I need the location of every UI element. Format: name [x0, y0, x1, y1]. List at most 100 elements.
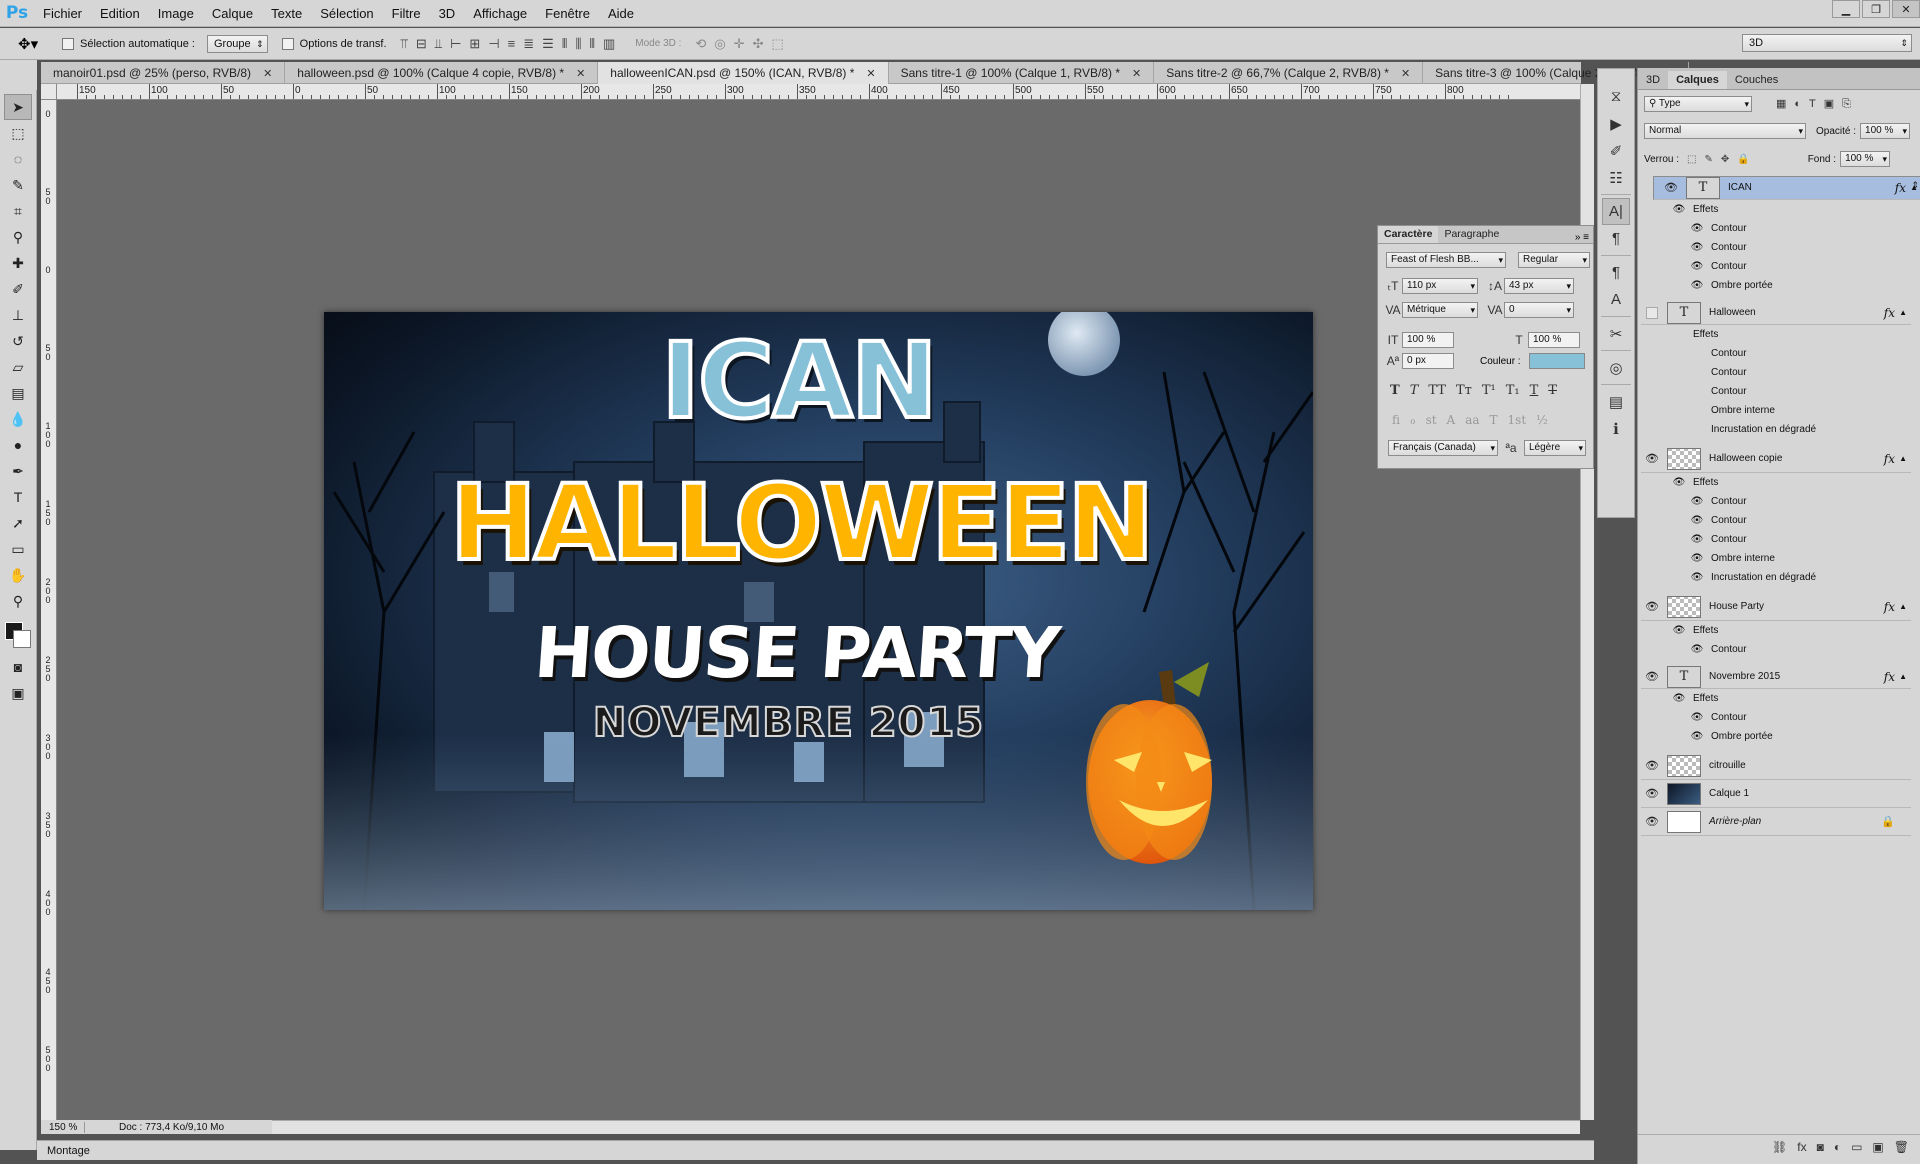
effect-row[interactable]: 👁 Contour: [1641, 492, 1911, 511]
layer-name[interactable]: House Party: [1709, 601, 1764, 612]
collapse-effects-icon[interactable]: ▲: [1899, 454, 1907, 463]
align-right-icon[interactable]: ⊣: [488, 36, 499, 52]
layer-name[interactable]: ICAN: [1728, 180, 1752, 196]
panel-menu-icon[interactable]: » ≡: [1575, 232, 1593, 243]
eraser-tool-icon[interactable]: ▱: [4, 354, 32, 380]
menu-calque[interactable]: Calque: [203, 0, 262, 27]
faux-italic-button[interactable]: T: [1410, 383, 1419, 398]
close-tab-icon[interactable]: ✕: [1401, 67, 1410, 80]
all-caps-button[interactable]: TT: [1428, 383, 1446, 398]
new-group-icon[interactable]: ▭: [1851, 1140, 1862, 1154]
eye-icon[interactable]: 👁: [1689, 553, 1705, 564]
close-tab-icon[interactable]: ✕: [1132, 67, 1141, 80]
eye-icon[interactable]: 👁: [1689, 644, 1705, 655]
underline-button[interactable]: T: [1530, 383, 1539, 398]
stylistic-alt-button[interactable]: st: [1426, 413, 1437, 427]
text-layer-icon[interactable]: T: [1686, 177, 1720, 199]
horizontal-scale-field[interactable]: 100 %: [1528, 332, 1580, 348]
eye-icon[interactable]: 👁: [1641, 759, 1663, 772]
blur-tool-icon[interactable]: 💧: [4, 406, 32, 432]
eye-icon[interactable]: 👁: [1689, 261, 1705, 272]
align-left-icon[interactable]: ⊢: [450, 36, 461, 52]
effect-row[interactable]: 👁 Contour: [1641, 708, 1911, 727]
auto-select-target-select[interactable]: Groupe: [206, 34, 268, 53]
clone-stamp-tool-icon[interactable]: ⊥: [4, 302, 32, 328]
layer-row[interactable]: 👁 T ICAN fx ▲: [1653, 176, 1920, 200]
eye-icon[interactable]: 👁: [1689, 223, 1705, 234]
scale-3d-icon[interactable]: ⬚: [771, 36, 783, 52]
tracking-field[interactable]: 0: [1504, 302, 1574, 318]
quick-mask-icon[interactable]: ◙: [4, 654, 32, 680]
effect-row[interactable]: 👁 Contour: [1641, 530, 1911, 549]
photoshop-logo[interactable]: Ps: [0, 0, 34, 27]
eye-icon[interactable]: 👁: [1641, 815, 1663, 828]
layer-row[interactable]: 👁 Calque 1: [1641, 780, 1911, 808]
add-mask-icon[interactable]: ◙: [1817, 1140, 1824, 1154]
collapse-effects-icon[interactable]: ▲: [1910, 180, 1918, 196]
effect-row[interactable]: 👁 Contour: [1641, 257, 1911, 276]
zoom-tool-icon[interactable]: ⚲: [4, 588, 32, 614]
old-style-button[interactable]: ℴ: [1410, 413, 1416, 427]
layer-row[interactable]: 👁 T Novembre 2015 fx ▲: [1641, 665, 1911, 689]
layer-comps-icon[interactable]: ▤: [1602, 388, 1630, 415]
screen-mode-icon[interactable]: ▣: [4, 680, 32, 706]
layer-effects-icon[interactable]: fx: [1895, 180, 1906, 196]
opacity-field[interactable]: 100 %: [1860, 123, 1911, 139]
eye-icon[interactable]: 👁: [1689, 515, 1705, 526]
align-top-icon[interactable]: ⫪: [401, 36, 408, 52]
eye-icon[interactable]: 👁: [1671, 204, 1687, 215]
pan-3d-icon[interactable]: ✛: [734, 36, 745, 52]
distribute-vcenter-icon[interactable]: ≣: [523, 36, 534, 52]
layer-name[interactable]: Novembre 2015: [1709, 671, 1780, 682]
vertical-ruler[interactable]: 0 50 0 50 100 150 200 250 300 350 400 450 500: [41, 100, 57, 1120]
menu-fenetre[interactable]: Fenêtre: [536, 0, 599, 27]
eye-icon[interactable]: 👁: [1689, 280, 1705, 291]
minimize-icon[interactable]: ▁: [1832, 0, 1860, 18]
eye-icon[interactable]: 👁: [1641, 787, 1663, 800]
doc-tab[interactable]: manoir01.psd @ 25% (perso, RVB/8) ✕: [41, 62, 286, 84]
tab-3d[interactable]: 3D: [1638, 71, 1668, 89]
layer-name[interactable]: Halloween copie: [1709, 453, 1782, 464]
small-caps-button[interactable]: Tт: [1456, 383, 1472, 398]
transform-controls-checkbox[interactable]: Options de transf.: [281, 37, 387, 50]
text-layer-icon[interactable]: T: [1667, 301, 1701, 324]
distribute-top-icon[interactable]: ≡: [508, 36, 516, 52]
effect-row[interactable]: Contour: [1641, 344, 1911, 363]
layer-name[interactable]: Halloween: [1709, 307, 1756, 318]
layer-row[interactable]: T Halloween fx ▲: [1641, 301, 1911, 325]
path-selection-tool-icon[interactable]: ➚: [4, 510, 32, 536]
properties-panel-icon[interactable]: ☷: [1602, 164, 1630, 191]
distribute-hcenter-icon[interactable]: ⫼: [576, 36, 582, 52]
collapse-effects-icon[interactable]: ▲: [1899, 308, 1907, 317]
type-tool-icon[interactable]: T: [4, 484, 32, 510]
layer-row[interactable]: 👁 House Party fx ▲: [1641, 593, 1911, 621]
kerning-select[interactable]: Métrique: [1402, 302, 1478, 318]
menu-selection[interactable]: Sélection: [311, 0, 382, 27]
brush-presets-icon[interactable]: ✐: [1602, 137, 1630, 164]
align-vcenter-icon[interactable]: ⊟: [416, 36, 427, 52]
lock-buttons[interactable]: ⬚✎✥🔒: [1687, 154, 1758, 165]
workspace-select[interactable]: 3D: [1742, 34, 1912, 52]
layer-row[interactable]: 👁 citrouille: [1641, 752, 1911, 780]
layer-thumbnail[interactable]: [1667, 754, 1701, 777]
fill-field[interactable]: 100 %: [1840, 151, 1891, 167]
artwork-canvas[interactable]: ICAN HALLOWEEN HOUSE PARTY NOVEMBRE 2015: [324, 312, 1313, 910]
ligatures-button[interactable]: ﬁ: [1392, 413, 1400, 427]
layer-name[interactable]: citrouille: [1709, 760, 1746, 771]
eye-icon[interactable]: 👁: [1671, 693, 1687, 704]
text-layer-icon[interactable]: T: [1667, 665, 1701, 688]
move-tool-icon[interactable]: ➤: [4, 94, 32, 120]
history-panel-icon[interactable]: ⧖: [1602, 83, 1630, 110]
marquee-tool-icon[interactable]: ⬚: [4, 120, 32, 146]
color-swatches[interactable]: [3, 620, 33, 654]
layer-effects-icon[interactable]: fx: [1884, 600, 1895, 614]
effects-group-row[interactable]: 👁 Effets: [1641, 200, 1911, 219]
font-size-field[interactable]: 110 px: [1402, 278, 1478, 294]
titling-button[interactable]: aa: [1465, 413, 1479, 427]
strikethrough-button[interactable]: T: [1548, 383, 1557, 398]
effect-row[interactable]: 👁 Incrustation en dégradé: [1641, 568, 1911, 587]
close-tab-icon[interactable]: ✕: [866, 67, 875, 80]
background-color[interactable]: [13, 630, 31, 648]
add-style-icon[interactable]: fx: [1797, 1140, 1806, 1154]
new-adjustment-icon[interactable]: ◐: [1834, 1140, 1841, 1154]
